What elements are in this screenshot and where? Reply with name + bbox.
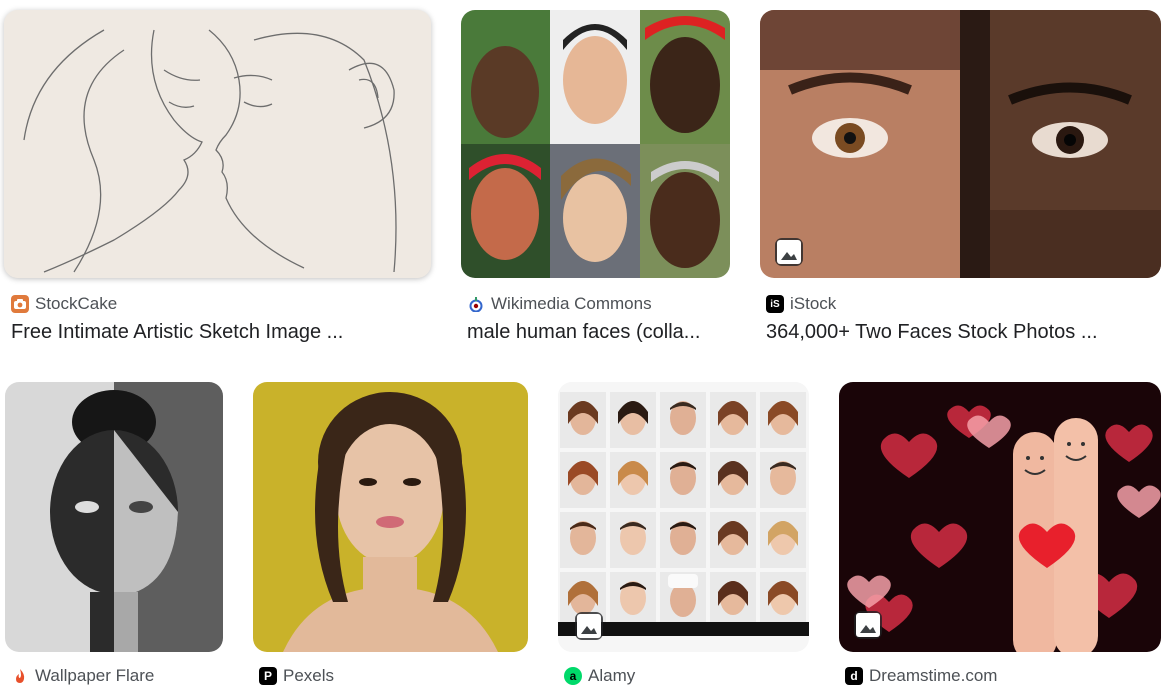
image-icon [775, 238, 803, 266]
wallpaper-flare-icon [11, 667, 29, 685]
result-source[interactable]: P Pexels [259, 666, 334, 686]
result-thumbnail[interactable] [558, 382, 809, 652]
source-name: Alamy [588, 666, 636, 685]
pexels-icon: P [259, 667, 277, 685]
source-name: Dreamstime.com [869, 666, 998, 685]
image-icon [854, 611, 882, 639]
result-thumbnail[interactable] [4, 10, 431, 278]
half-face-image [5, 382, 223, 652]
result-source[interactable]: Wallpaper Flare [11, 666, 154, 686]
source-name: iStock [790, 294, 837, 313]
result-source[interactable]: d Dreamstime.com [845, 666, 997, 686]
faces-collage-image [461, 10, 730, 278]
alamy-icon: a [564, 667, 582, 685]
wikimedia-icon [467, 295, 485, 313]
result-title[interactable]: 364,000+ Two Faces Stock Photos ... [766, 321, 1161, 344]
result-title[interactable]: Free Intimate Artistic Sketch Image ... [11, 321, 431, 344]
result-source[interactable]: a Alamy [564, 666, 635, 686]
result-thumbnail[interactable] [5, 382, 223, 652]
result-thumbnail[interactable] [253, 382, 528, 652]
result-title[interactable]: male human faces (colla... [467, 321, 732, 344]
source-name: Pexels [283, 666, 335, 685]
stockcake-icon [11, 295, 29, 313]
result-thumbnail[interactable] [839, 382, 1161, 652]
two-faces-image [760, 10, 1161, 278]
sketch-image [4, 10, 431, 278]
result-source[interactable]: StockCake [11, 294, 117, 314]
result-source[interactable]: Wikimedia Commons [467, 294, 652, 314]
result-thumbnail[interactable] [760, 10, 1161, 278]
result-source[interactable]: iS iStock [766, 294, 836, 314]
source-name: StockCake [35, 294, 118, 313]
image-icon [575, 612, 603, 640]
source-name: Wikimedia Commons [491, 294, 652, 313]
dreamstime-icon: d [845, 667, 863, 685]
source-name: Wallpaper Flare [35, 666, 155, 685]
finger-hearts-image [839, 382, 1161, 652]
result-thumbnail[interactable] [461, 10, 730, 278]
portrait-image [253, 382, 528, 652]
istock-icon: iS [766, 295, 784, 313]
